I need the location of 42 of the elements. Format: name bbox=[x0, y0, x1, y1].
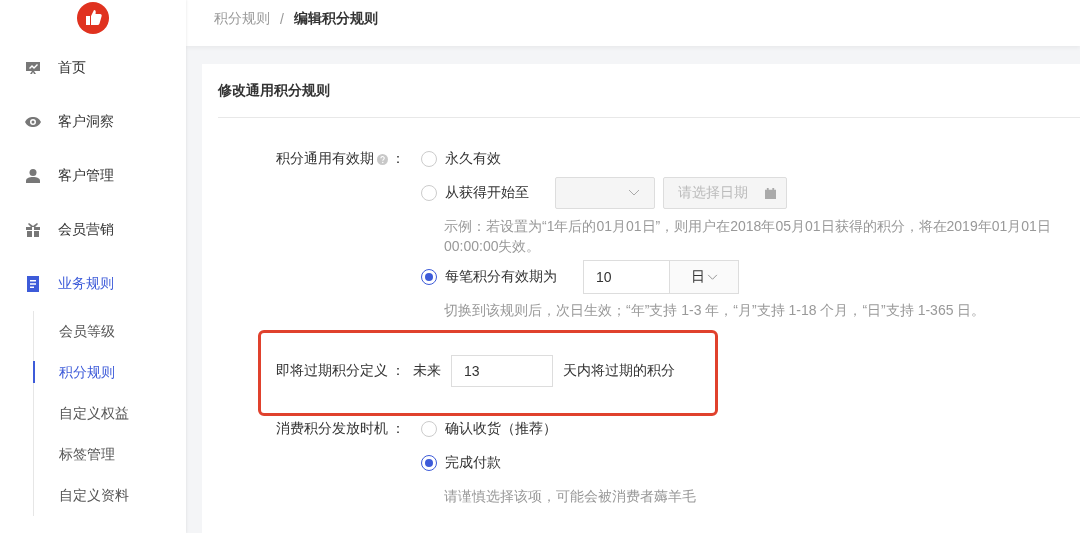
label-colon: ： bbox=[391, 150, 405, 168]
label-colon: ： bbox=[391, 420, 405, 438]
person-icon bbox=[25, 168, 41, 184]
dropdown-field[interactable] bbox=[555, 177, 655, 209]
calendar-icon bbox=[765, 187, 776, 199]
chevron-down-icon bbox=[706, 273, 718, 281]
eye-icon bbox=[25, 114, 41, 130]
radio-option[interactable]: 确认收货（推荐） bbox=[413, 420, 557, 438]
submenu-item[interactable]: 自定义资料 bbox=[33, 475, 186, 516]
gift-icon bbox=[25, 222, 41, 238]
breadcrumb-separator: / bbox=[280, 11, 284, 27]
hint-text: 切换到该规则后，次日生效；“年”支持 1-3 年，“月”支持 1-18 个月，“日”支持 1-365 日。 bbox=[443, 301, 987, 320]
radio-option[interactable]: 从获得开始至 bbox=[413, 184, 529, 202]
submenu-item[interactable]: 积分规则 bbox=[33, 361, 186, 383]
card-title: 修改通用积分规则 bbox=[218, 64, 1080, 118]
sidebar-item[interactable]: 业务规则 bbox=[0, 257, 186, 311]
submenu-item[interactable]: 会员等级 bbox=[33, 311, 186, 352]
field-label: 消费积分发放时机 bbox=[276, 420, 388, 438]
field-label: 即将过期积分定义 bbox=[276, 362, 388, 380]
radio-option[interactable]: 永久有效 bbox=[413, 150, 501, 168]
sidebar-item[interactable]: 会员营销 bbox=[0, 203, 186, 257]
unit-dropdown[interactable]: 日 bbox=[669, 260, 739, 294]
submenu-item[interactable]: 自定义权益 bbox=[33, 393, 186, 434]
monitor-icon bbox=[25, 60, 41, 76]
breadcrumb-current: 编辑积分规则 bbox=[293, 10, 378, 28]
sidebar-item[interactable]: 客户管理 bbox=[0, 149, 186, 203]
label-colon: ： bbox=[391, 362, 405, 380]
sidebar-item[interactable]: 首页 bbox=[0, 41, 186, 95]
days-input[interactable]: 13 bbox=[451, 355, 553, 387]
field-label: 积分通用有效期 bbox=[276, 150, 374, 168]
prefix-text: 未来 bbox=[413, 362, 441, 380]
radio-button[interactable] bbox=[421, 455, 437, 471]
document-icon bbox=[25, 276, 41, 292]
radio-option[interactable]: 完成付款 bbox=[413, 454, 501, 472]
submenu-item[interactable]: 标签管理 bbox=[33, 434, 186, 475]
sidebar-item[interactable]: 客户洞察 bbox=[0, 95, 186, 149]
hint-text: 示例：若设置为“1年后的01月01日”，则用户在2018年05月01日获得的积分，将在2019年01月01日 00:00:00失效。 bbox=[443, 217, 1052, 256]
chevron-down-icon bbox=[628, 189, 640, 197]
hint-text: 请谨慎选择该项，可能会被消费者薅羊毛 bbox=[443, 487, 697, 506]
radio-option[interactable]: 每笔积分有效期为 bbox=[413, 268, 557, 286]
radio-button[interactable] bbox=[421, 269, 437, 285]
suffix-text: 天内将过期的积分 bbox=[563, 362, 675, 380]
